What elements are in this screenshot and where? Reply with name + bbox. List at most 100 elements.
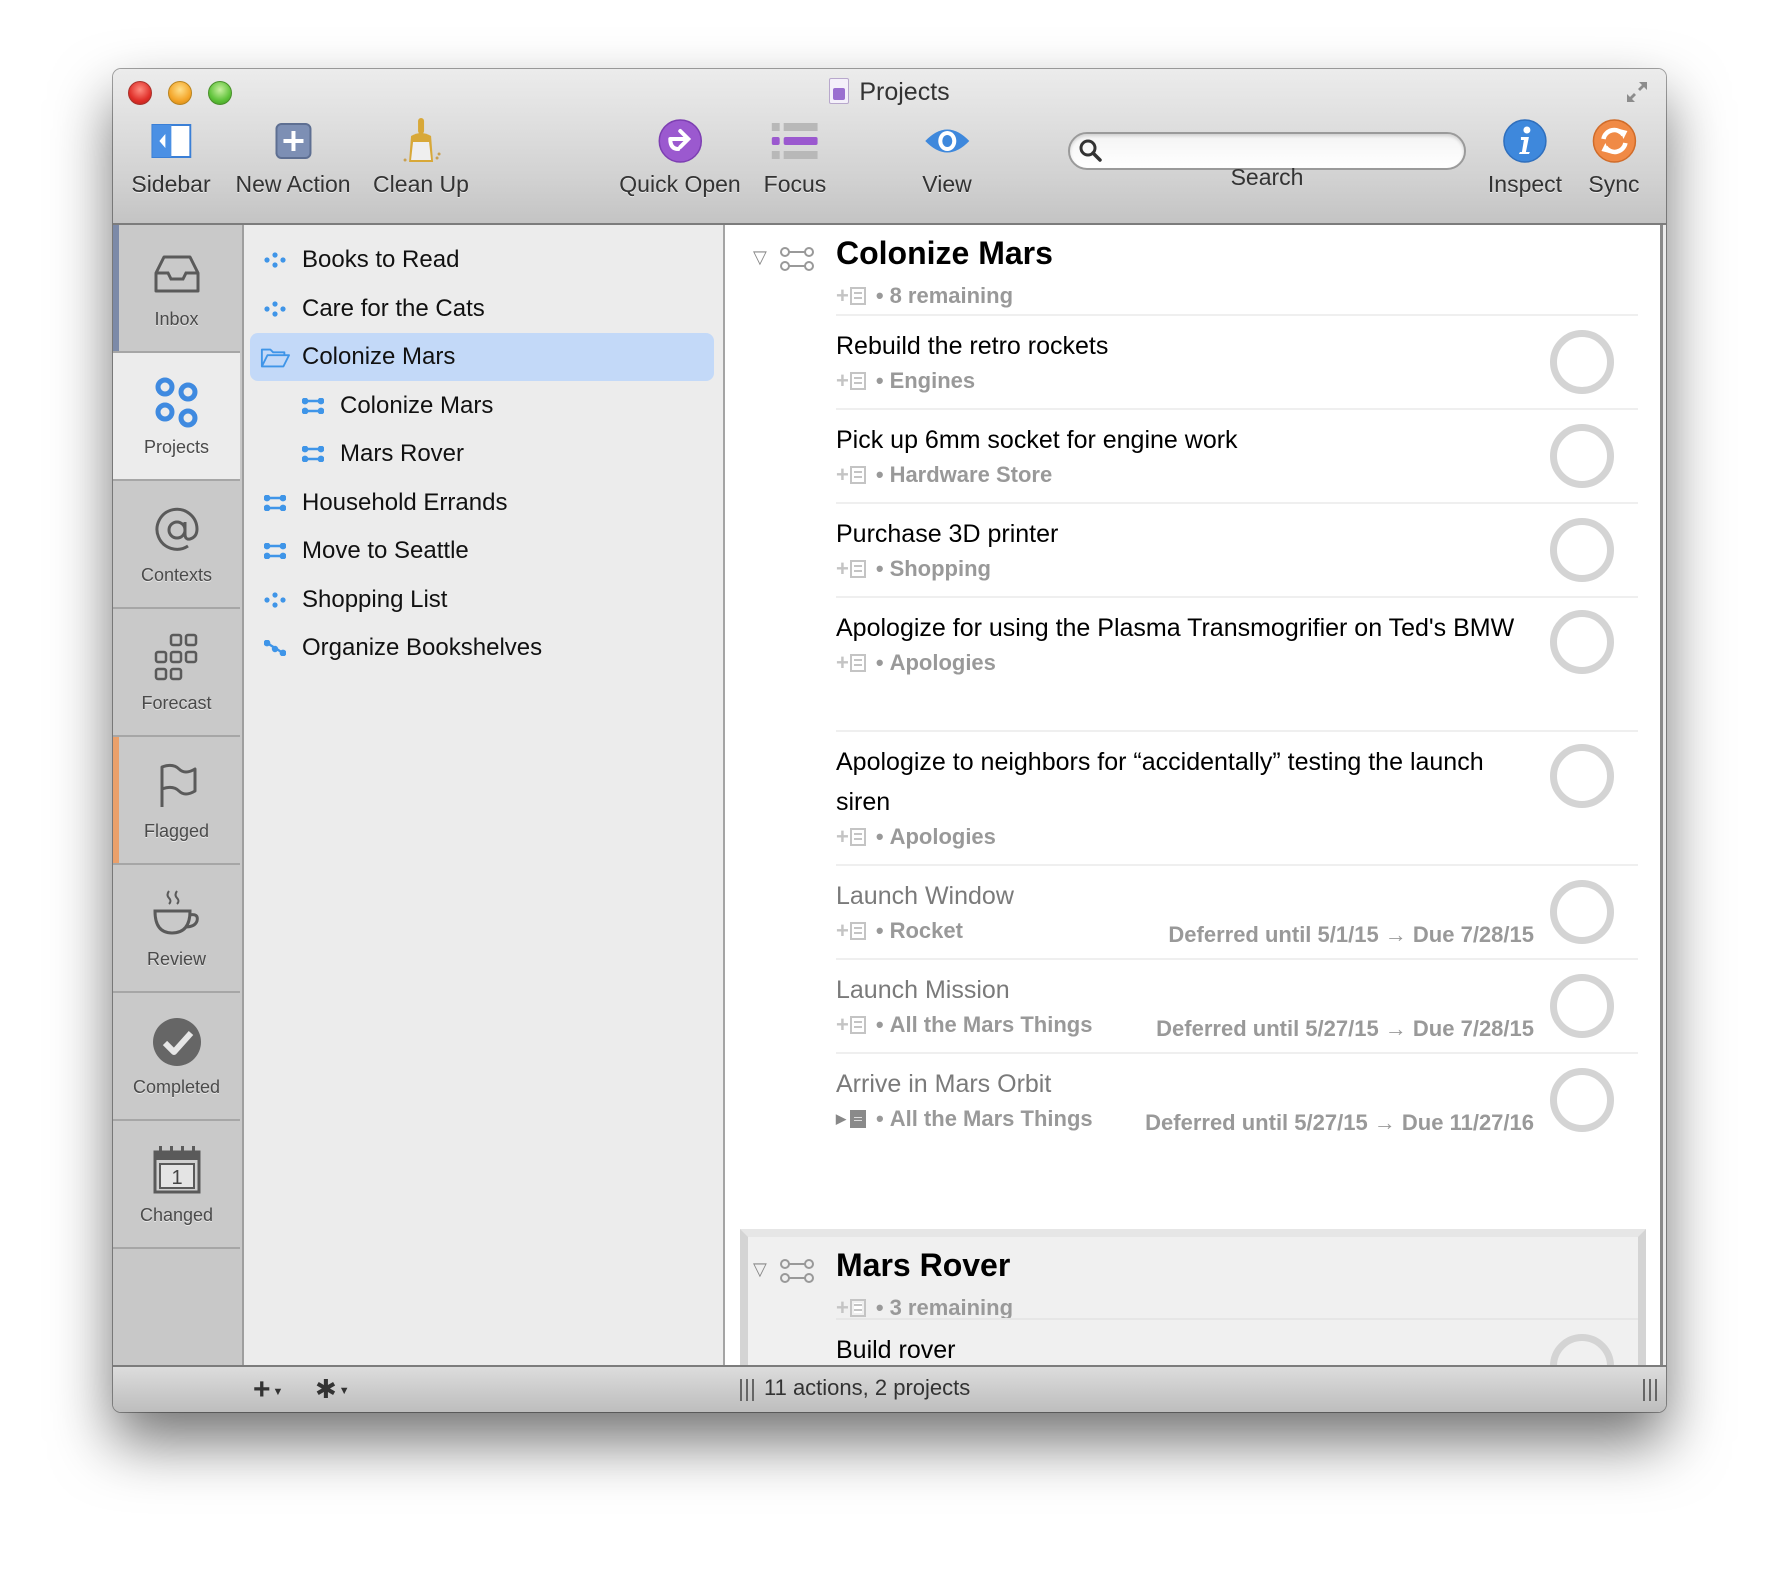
- task-name[interactable]: Rebuild the retro rockets: [836, 326, 1526, 366]
- tab-changed[interactable]: 1 Changed: [113, 1121, 240, 1249]
- add-note-button[interactable]: ▶: [836, 1110, 866, 1128]
- tab-inbox[interactable]: Inbox: [113, 225, 240, 353]
- inspect-button[interactable]: Inspect: [1488, 113, 1562, 198]
- fullscreen-icon[interactable]: [1624, 79, 1650, 105]
- completion-checkbox[interactable]: [1550, 330, 1614, 394]
- task-row[interactable]: Rebuild the retro rockets + • Engines: [836, 314, 1638, 410]
- settings-menu-button[interactable]: ✱ ▼: [315, 1374, 350, 1405]
- expand-note-triangle-icon[interactable]: ▶: [836, 1111, 846, 1127]
- completion-checkbox[interactable]: [1550, 974, 1614, 1038]
- completion-checkbox[interactable]: [1550, 424, 1614, 488]
- sync-label: Sync: [1588, 171, 1640, 197]
- completion-checkbox[interactable]: [1550, 1068, 1614, 1132]
- plus-icon: +: [253, 1373, 271, 1406]
- project-list-item[interactable]: Care for the Cats: [250, 285, 714, 333]
- project-list-item[interactable]: Move to Seattle: [250, 527, 714, 575]
- completion-checkbox[interactable]: [1550, 744, 1614, 808]
- clean-up-button[interactable]: Clean Up: [373, 113, 469, 198]
- add-note-icon[interactable]: +: [836, 285, 866, 307]
- add-note-button[interactable]: +: [836, 370, 866, 392]
- task-name[interactable]: Purchase 3D printer: [836, 514, 1526, 554]
- add-note-button[interactable]: +: [836, 824, 866, 849]
- task-row[interactable]: Launch Window + • Rocket Deferred until 5/1/…: [836, 864, 1638, 960]
- plus-icon: +: [836, 556, 849, 581]
- task-row[interactable]: Arrive in Mars Orbit ▶ • All the Mars Thing…: [836, 1052, 1638, 1148]
- task-context[interactable]: Shopping: [890, 556, 991, 582]
- window-title-text: Projects: [859, 78, 950, 106]
- document-icon: [829, 78, 850, 104]
- resize-grip-right[interactable]: [1643, 1379, 1657, 1401]
- single-actions-icon: [260, 252, 290, 268]
- calendar-icon: 1: [113, 1145, 240, 1195]
- plus-icon: +: [836, 824, 849, 849]
- add-note-button[interactable]: +: [836, 652, 866, 674]
- view-button[interactable]: View: [922, 113, 972, 198]
- inbox-icon: [113, 249, 240, 299]
- task-name[interactable]: Apologize to neighbors for “accidentally…: [836, 742, 1526, 822]
- add-note-button[interactable]: +: [836, 1014, 866, 1036]
- completion-checkbox[interactable]: [1550, 518, 1614, 582]
- new-action-button[interactable]: New Action: [235, 113, 351, 198]
- task-dates: Deferred until 5/1/15 → Due 7/28/15: [1168, 922, 1534, 947]
- note-icon[interactable]: [850, 1110, 866, 1128]
- project-title[interactable]: Mars Rover: [836, 1247, 1010, 1284]
- tab-completed[interactable]: Completed: [113, 993, 240, 1121]
- task-meta: + • Hardware Store: [836, 462, 1053, 488]
- add-note-button[interactable]: +: [836, 920, 866, 942]
- add-project-button[interactable]: + ▼: [253, 1373, 283, 1407]
- gear-icon: ✱: [315, 1374, 337, 1404]
- task-name[interactable]: Arrive in Mars Orbit: [836, 1064, 1526, 1104]
- task-context[interactable]: Hardware Store: [890, 462, 1053, 488]
- sidebar-label: Sidebar: [131, 171, 211, 197]
- project-list-item[interactable]: Colonize Mars: [250, 382, 714, 430]
- task-name[interactable]: Pick up 6mm socket for engine work: [836, 420, 1526, 460]
- tab-contexts[interactable]: Contexts: [113, 481, 240, 609]
- task-name[interactable]: Apologize for using the Plasma Transmogr…: [836, 608, 1526, 648]
- disclosure-triangle-icon[interactable]: ▽: [753, 247, 767, 268]
- task-context[interactable]: Apologies: [890, 824, 996, 850]
- quick-open-button[interactable]: Quick Open: [619, 113, 741, 198]
- folder-icon: [260, 345, 290, 369]
- tab-review[interactable]: Review: [113, 865, 240, 993]
- add-note-button[interactable]: +: [836, 556, 866, 581]
- sidebar-button[interactable]: Sidebar: [131, 113, 211, 198]
- project-list-item[interactable]: Shopping List: [250, 576, 714, 624]
- add-note-button[interactable]: +: [836, 464, 866, 486]
- task-context[interactable]: Rocket: [890, 918, 963, 944]
- task-context[interactable]: All the Mars Things: [890, 1106, 1093, 1132]
- completion-checkbox[interactable]: [1550, 610, 1614, 674]
- project-list-item[interactable]: Mars Rover: [250, 430, 714, 478]
- resize-grip-left[interactable]: [740, 1379, 754, 1401]
- search-label: Search: [1230, 164, 1304, 190]
- sync-button[interactable]: Sync: [1588, 113, 1640, 198]
- task-name[interactable]: Launch Window: [836, 876, 1526, 916]
- focus-button[interactable]: Focus: [764, 113, 827, 198]
- task-context[interactable]: Apologies: [890, 650, 996, 676]
- tab-projects[interactable]: Projects: [113, 353, 240, 481]
- task-row[interactable]: Launch Mission + • All the Mars Things Defer…: [836, 958, 1638, 1054]
- disclosure-triangle-icon[interactable]: ▽: [753, 1259, 767, 1280]
- flag-icon: [113, 761, 240, 811]
- tab-forecast[interactable]: Forecast: [113, 609, 240, 737]
- task-context[interactable]: All the Mars Things: [890, 1012, 1093, 1038]
- task-row[interactable]: Apologize to neighbors for “accidentally…: [836, 730, 1638, 866]
- focus-list-icon: [764, 113, 827, 169]
- project-list-item[interactable]: Colonize Mars: [250, 333, 714, 381]
- project-title[interactable]: Colonize Mars: [836, 235, 1053, 272]
- project-list-item[interactable]: Books to Read: [250, 236, 714, 284]
- search-input[interactable]: [1110, 137, 1454, 167]
- task-meta: + • Apologies: [836, 824, 996, 850]
- task-row[interactable]: Apologize for using the Plasma Transmogr…: [836, 596, 1638, 732]
- task-row[interactable]: Purchase 3D printer + • Shopping: [836, 502, 1638, 598]
- add-note-icon[interactable]: +: [836, 1297, 866, 1319]
- project-list-item[interactable]: Organize Bookshelves: [250, 624, 714, 672]
- completion-checkbox[interactable]: [1550, 880, 1614, 944]
- task-row[interactable]: Pick up 6mm socket for engine work + • Hard…: [836, 408, 1638, 504]
- project-list-item[interactable]: Household Errands: [250, 479, 714, 527]
- tab-flagged[interactable]: Flagged: [113, 737, 240, 865]
- task-name[interactable]: Build rover: [836, 1330, 1526, 1370]
- outline-content: ▽ Colonize Mars + • 8 remaining Rebuild t…: [725, 225, 1663, 1412]
- toolbar: Projects Sidebar New Action Clean Up Qui…: [113, 69, 1666, 225]
- task-name[interactable]: Launch Mission: [836, 970, 1526, 1010]
- task-context[interactable]: Engines: [890, 368, 976, 394]
